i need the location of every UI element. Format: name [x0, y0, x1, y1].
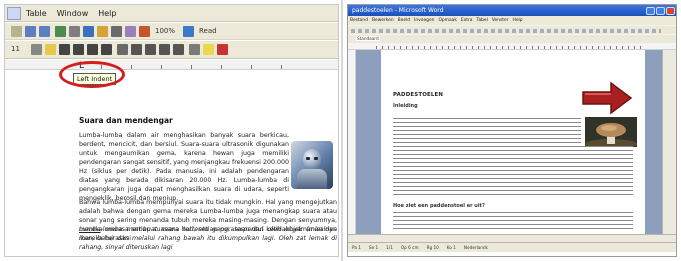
document-title: PADDESTOELEN	[393, 92, 444, 98]
mushroom-photo-image	[585, 117, 637, 147]
undo-icon[interactable]	[25, 26, 36, 37]
columns-icon[interactable]	[111, 26, 122, 37]
decrease-indent-icon[interactable]	[159, 44, 170, 55]
tables-icon[interactable]	[69, 26, 80, 37]
right-word-window: paddestoelen - Microsoft Word Bestand Be…	[347, 4, 677, 257]
robot-eye	[314, 157, 318, 160]
align-right-icon[interactable]	[87, 44, 98, 55]
status-column: Ko 1	[446, 245, 456, 250]
standard-toolbar	[348, 25, 676, 34]
paragraph-3-text: -lumba membuat suara tertentu yang, terp…	[79, 226, 337, 252]
align-center-icon[interactable]	[73, 44, 84, 55]
menu-bar: Bestand Bewerken Beeld Invoegen Opmaak E…	[348, 16, 676, 25]
minimize-icon[interactable]	[646, 6, 655, 15]
menu-bar: Table Window Help	[5, 5, 338, 22]
menu-invoegen[interactable]: Invoegen	[412, 18, 436, 23]
section-heading: Hoe ziet een paddenstoel er uit?	[393, 203, 485, 209]
paragraph-1: Lumba-lumba dalam air menghasikan banyak…	[79, 132, 289, 203]
menu-help[interactable]: Help	[93, 9, 121, 18]
standard-toolbar: 100% Read	[5, 23, 338, 40]
drawing-icon[interactable]	[125, 26, 136, 37]
robot-body	[297, 169, 327, 189]
menu-window[interactable]: Window	[52, 9, 94, 18]
panel-divider	[341, 0, 343, 261]
robot-clipart-image	[291, 141, 333, 189]
format-painter-icon[interactable]	[11, 26, 22, 37]
document-subtitle: Inleiding	[393, 103, 418, 109]
redo-icon[interactable]	[39, 26, 50, 37]
formatting-toolbar: 11	[5, 41, 338, 59]
paragraph-3: Lumba-lumba membuat suara tertentu yang,…	[79, 225, 337, 252]
menu-selector-icon[interactable]	[7, 6, 21, 20]
robot-eye	[306, 157, 310, 160]
bullets-icon[interactable]	[145, 44, 156, 55]
hyperlink-icon[interactable]	[55, 26, 66, 37]
toolbar-icons[interactable]	[351, 29, 661, 33]
style-box[interactable]: Standaard	[356, 36, 380, 41]
menu-tabel[interactable]: Tabel	[474, 18, 489, 23]
insert-excel-icon[interactable]	[97, 26, 108, 37]
read-button[interactable]: Read	[199, 27, 217, 35]
paragraph-text-block	[393, 118, 581, 145]
increase-indent-icon[interactable]	[173, 44, 184, 55]
status-line: Rg 10	[426, 245, 439, 250]
formatting-toolbar: Standaard	[348, 34, 676, 43]
numbering-icon[interactable]	[131, 44, 142, 55]
paragraph-text-block	[393, 212, 633, 232]
status-page: Pa 1	[352, 245, 361, 250]
highlight-icon[interactable]	[45, 44, 56, 55]
menu-bewerken[interactable]: Bewerken	[370, 18, 396, 23]
highlight-oval	[59, 61, 125, 88]
font-color-icon[interactable]	[217, 44, 228, 55]
status-position: Op 6 cm	[400, 245, 419, 250]
status-page-count: 1/1	[386, 245, 393, 250]
insert-table-icon[interactable]	[83, 26, 94, 37]
window-title: paddestoelen - Microsoft Word	[352, 7, 444, 14]
borders-icon[interactable]	[189, 44, 200, 55]
underlined-word: Lumba	[79, 226, 101, 233]
close-icon[interactable]	[666, 6, 675, 15]
bold-icon[interactable]	[31, 44, 42, 55]
menu-help[interactable]: Help	[511, 18, 525, 23]
zoom-box[interactable]: 100%	[155, 27, 175, 35]
font-size-box[interactable]: 11	[11, 45, 20, 53]
menu-table[interactable]: Table	[21, 9, 52, 18]
document-title: Suara dan mendengar	[79, 116, 173, 125]
maximize-icon[interactable]	[656, 6, 665, 15]
title-bar: paddestoelen - Microsoft Word	[348, 5, 676, 16]
status-section: Se 1	[368, 245, 379, 250]
help-icon[interactable]	[183, 26, 194, 37]
status-bar: Pa 1 Se 1 1/1 Op 6 cm Rg 10 Ko 1 Nederla…	[348, 242, 676, 252]
document-map-icon[interactable]	[139, 26, 150, 37]
justify-icon[interactable]	[101, 44, 112, 55]
menu-bestand[interactable]: Bestand	[348, 18, 370, 23]
line-spacing-icon[interactable]	[117, 44, 128, 55]
horizontal-scrollbar[interactable]	[348, 234, 676, 242]
red-arrow-clipart-image	[582, 81, 633, 115]
horizontal-ruler[interactable]	[5, 60, 338, 70]
highlight-color-icon[interactable]	[203, 44, 214, 55]
paragraph-text-block	[393, 146, 633, 197]
menu-venster[interactable]: Venster	[490, 18, 511, 23]
vertical-ruler[interactable]	[348, 50, 356, 234]
menu-opmaak[interactable]: Opmaak	[436, 18, 458, 23]
horizontal-ruler[interactable]	[348, 43, 676, 50]
menu-extra[interactable]: Extra	[459, 18, 475, 23]
vertical-scrollbar[interactable]	[662, 50, 676, 234]
align-left-icon[interactable]	[59, 44, 70, 55]
left-word-window: Table Window Help 100% Read 11 L Left In…	[4, 4, 339, 257]
status-language: Nederlands	[463, 245, 488, 250]
menu-beeld[interactable]: Beeld	[396, 18, 412, 23]
